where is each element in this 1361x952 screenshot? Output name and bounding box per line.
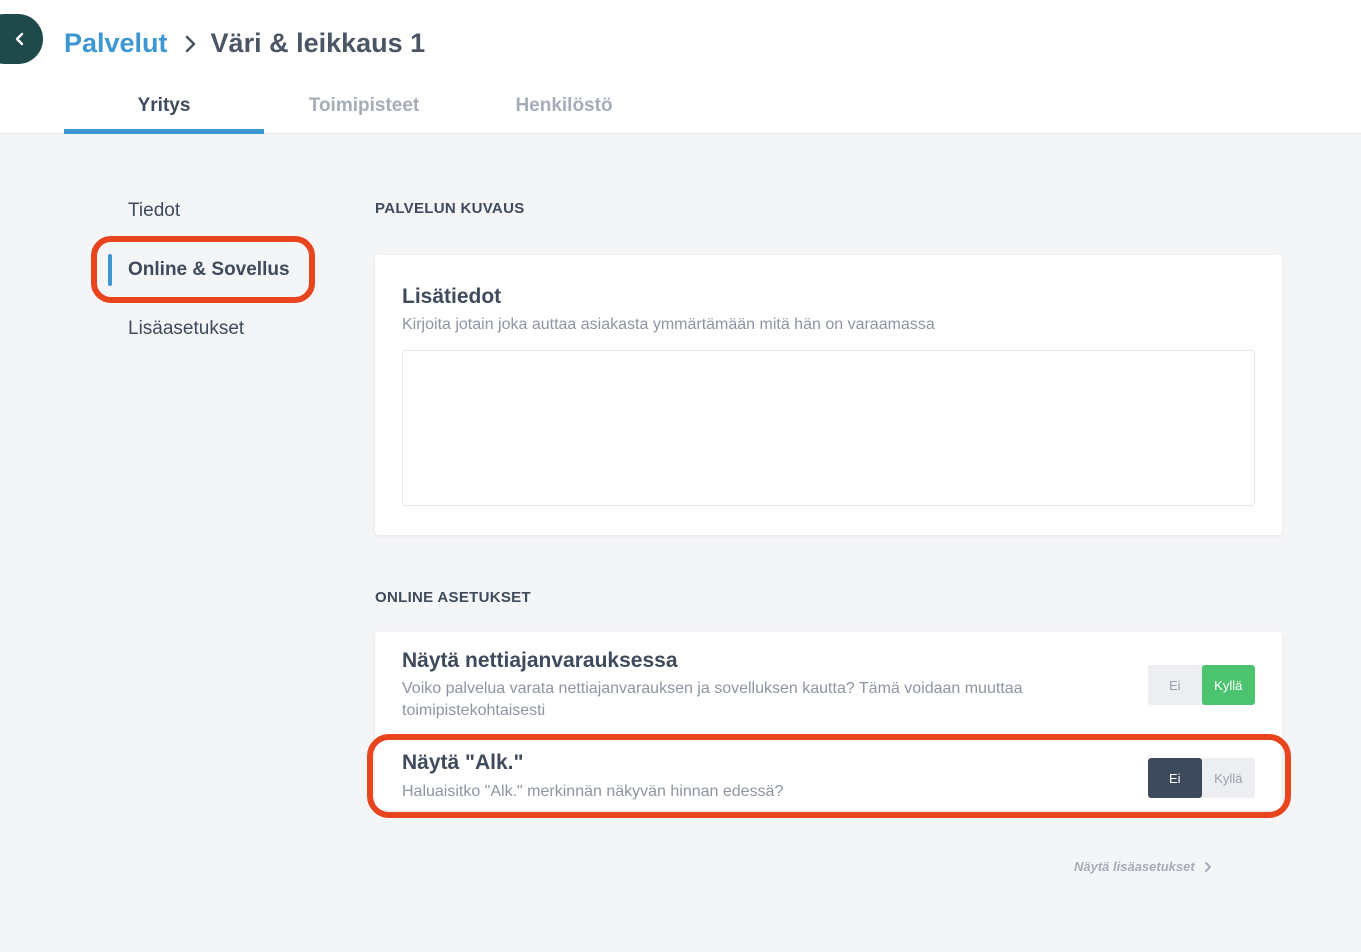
- page-title: Väri & leikkaus 1: [210, 28, 426, 58]
- back-button[interactable]: [0, 14, 43, 64]
- setting-title-alk: Näytä "Alk.": [402, 751, 524, 774]
- field-title-lisatiedot: Lisätiedot: [402, 285, 502, 308]
- side-navigation: Tiedot Online & Sovellus Lisäasetukset: [108, 196, 290, 373]
- online-settings-card: Näytä nettiajanvarauksessa Voiko palvelu…: [375, 632, 1282, 810]
- toggle-alk: Ei Kyllä: [1148, 758, 1255, 798]
- tab-bar: Yritys Toimipisteet Henkilöstö: [64, 80, 664, 134]
- chevron-left-icon: [15, 32, 24, 46]
- setting-title-nettiajanvaraus: Näytä nettiajanvarauksessa: [402, 649, 678, 672]
- sidenav-item-lisaasetukset[interactable]: Lisäasetukset: [108, 314, 290, 344]
- toggle-nettiajanvaraus: Ei Kyllä: [1148, 665, 1255, 705]
- setting-help-nettiajanvaraus: Voiko palvelua varata nettiajanvarauksen…: [402, 680, 1023, 719]
- description-card: Lisätiedot Kirjoita jotain joka auttaa a…: [375, 255, 1282, 535]
- chevron-right-icon: [1204, 861, 1211, 872]
- tab-henkilosto[interactable]: Henkilöstö: [464, 80, 664, 134]
- lisatiedot-textarea[interactable]: [402, 350, 1255, 506]
- section-title-description: PALVELUN KUVAUS: [375, 200, 525, 217]
- chevron-right-icon: [184, 34, 197, 54]
- toggle-nettiajanvaraus-yes[interactable]: Kyllä: [1201, 665, 1255, 705]
- sidenav-item-tiedot[interactable]: Tiedot: [108, 196, 290, 226]
- setting-help-alk: Haluaisitko "Alk." merkinnän näkyvän hin…: [402, 783, 784, 800]
- toggle-nettiajanvaraus-no[interactable]: Ei: [1148, 665, 1202, 705]
- show-more-settings-link[interactable]: Näytä lisäasetukset: [1074, 859, 1212, 874]
- toggle-alk-no[interactable]: Ei: [1148, 758, 1202, 798]
- toggle-alk-yes[interactable]: Kyllä: [1202, 758, 1256, 798]
- tab-yritys[interactable]: Yritys: [64, 80, 264, 134]
- breadcrumb: Palvelut Väri & leikkaus 1: [64, 28, 425, 59]
- show-more-settings-label: Näytä lisäasetukset: [1074, 859, 1195, 874]
- field-help-lisatiedot: Kirjoita jotain joka auttaa asiakasta ym…: [402, 316, 935, 333]
- tab-toimipisteet[interactable]: Toimipisteet: [264, 80, 464, 134]
- top-header: Palvelut Väri & leikkaus 1 Yritys Toimip…: [0, 0, 1361, 134]
- section-title-online: ONLINE ASETUKSET: [375, 589, 531, 606]
- breadcrumb-parent-link[interactable]: Palvelut: [64, 28, 168, 59]
- sidenav-item-online-sovellus[interactable]: Online & Sovellus: [108, 254, 290, 286]
